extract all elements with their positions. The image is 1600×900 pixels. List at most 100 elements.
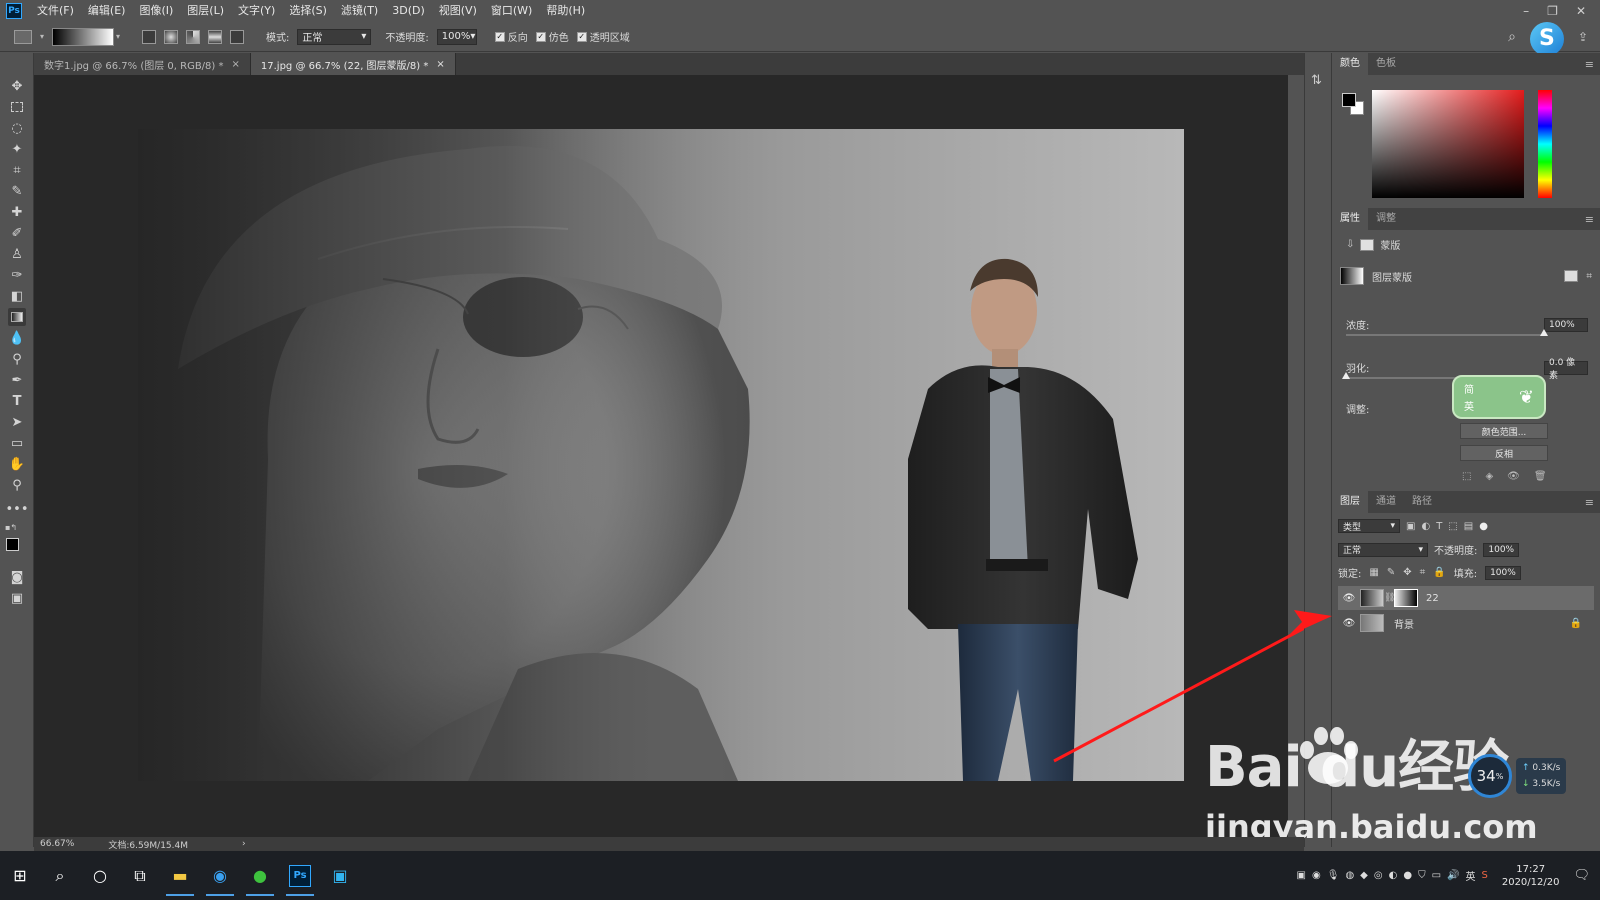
clone-stamp-tool-icon[interactable]: ♙ xyxy=(8,245,26,263)
tray-app-icon[interactable]: ◐ xyxy=(1389,870,1398,881)
lock-all-icon[interactable]: 🔒 xyxy=(1433,567,1445,578)
close-button[interactable]: ✕ xyxy=(1576,4,1586,18)
canvas-area[interactable] xyxy=(34,75,1304,837)
tab-properties[interactable]: 属性 xyxy=(1332,208,1368,230)
layer-name[interactable]: 22 xyxy=(1426,593,1439,604)
zoom-level[interactable]: 66.67% xyxy=(40,839,74,849)
task-view-icon[interactable]: ⧉ xyxy=(120,856,160,896)
invert-button[interactable]: 反相 xyxy=(1460,445,1548,461)
status-menu-arrow-icon[interactable]: › xyxy=(242,839,246,849)
menu-window[interactable]: 窗口(W) xyxy=(484,0,539,22)
search-icon[interactable]: ⌕ xyxy=(1508,29,1516,45)
menu-filter[interactable]: 滤镜(T) xyxy=(334,0,385,22)
eyedropper-tool-icon[interactable]: ✎ xyxy=(8,182,26,200)
blend-mode-select[interactable]: 正常 ▾ xyxy=(1338,542,1428,557)
tab-document-2[interactable]: 17.jpg @ 66.7% (22, 图层蒙版/8) * × xyxy=(250,53,456,75)
density-slider-track[interactable] xyxy=(1346,334,1542,336)
sogou-s-icon[interactable]: S xyxy=(1529,21,1564,56)
lock-artboard-icon[interactable]: ⌗ xyxy=(1420,567,1426,578)
linear-gradient-button[interactable] xyxy=(142,29,157,44)
density-slider-thumb[interactable] xyxy=(1540,329,1548,336)
path-selection-tool-icon[interactable]: ➤ xyxy=(8,413,26,431)
tab-paths[interactable]: 路径 xyxy=(1404,491,1440,513)
quick-mask-icon[interactable]: ◙ xyxy=(8,568,26,586)
file-explorer-icon[interactable]: ▬ xyxy=(160,856,200,896)
hue-slider[interactable] xyxy=(1538,90,1552,198)
panel-menu-icon[interactable]: ≡ xyxy=(1585,496,1600,509)
wechat-tray-icon[interactable]: ● xyxy=(1403,870,1412,881)
foreground-color-swatch[interactable] xyxy=(1342,93,1356,107)
brush-tool-icon[interactable]: ✐ xyxy=(8,224,26,242)
cortana-icon[interactable]: ○ xyxy=(80,856,120,896)
layer-opacity-input[interactable]: 100% xyxy=(1483,542,1520,557)
zoom-tool-icon[interactable]: ⚲ xyxy=(8,476,26,494)
crop-tool-icon[interactable]: ⌗ xyxy=(8,161,26,179)
history-panel-icon[interactable]: ⇅ xyxy=(1311,73,1322,88)
lock-transparent-icon[interactable]: ▦ xyxy=(1369,567,1378,578)
filter-pixel-icon[interactable]: ▣ xyxy=(1406,521,1415,532)
close-icon[interactable]: × xyxy=(232,59,240,70)
tray-app-icon[interactable]: ▣ xyxy=(1297,870,1306,881)
filter-shape-icon[interactable]: ⬚ xyxy=(1448,521,1457,532)
layer-row-background[interactable]: 👁 背景 🔒 xyxy=(1338,611,1594,635)
ime-indicator[interactable]: 英 xyxy=(1465,868,1475,883)
fill-input[interactable]: 100% xyxy=(1485,565,1522,580)
menu-edit[interactable]: 编辑(E) xyxy=(81,0,133,22)
chevron-down-icon[interactable]: ▾ xyxy=(116,32,120,41)
transparency-checkbox[interactable]: ✓ 透明区域 xyxy=(576,29,630,44)
menu-file[interactable]: 文件(F) xyxy=(30,0,81,22)
lock-position-icon[interactable]: ✥ xyxy=(1403,567,1411,578)
tab-document-1[interactable]: 数字1.jpg @ 66.7% (图层 0, RGB/8) * × xyxy=(34,53,251,75)
apply-mask-icon[interactable]: ◈ xyxy=(1485,471,1493,482)
color-picker-field[interactable] xyxy=(1372,90,1524,198)
marquee-tool-icon[interactable] xyxy=(8,98,26,116)
select-mask-icon[interactable] xyxy=(1564,270,1579,282)
wechat-icon[interactable]: ● xyxy=(240,856,280,896)
tab-adjustments[interactable]: 调整 xyxy=(1368,208,1404,230)
color-range-button[interactable]: 颜色范围... xyxy=(1460,423,1548,439)
filter-adjustment-icon[interactable]: ◐ xyxy=(1421,521,1430,532)
opacity-input[interactable]: 100% ▾ xyxy=(436,28,477,45)
windows-start-icon[interactable]: ⊞ xyxy=(0,856,40,896)
menu-type[interactable]: 文字(Y) xyxy=(231,0,282,22)
shield-icon[interactable]: ⛉ xyxy=(1418,870,1426,881)
restore-button[interactable]: ❐ xyxy=(1547,4,1558,18)
menu-3d[interactable]: 3D(D) xyxy=(385,0,432,22)
chevron-down-icon[interactable]: ▾ xyxy=(40,32,44,41)
panel-menu-icon[interactable]: ≡ xyxy=(1585,58,1600,71)
photoshop-taskbar-icon[interactable]: Ps xyxy=(280,856,320,896)
mode-select[interactable]: 正常 ▾ xyxy=(297,28,372,45)
tab-layers[interactable]: 图层 xyxy=(1332,491,1368,513)
notification-icon[interactable]: 🗨 xyxy=(1573,868,1590,883)
menu-layer[interactable]: 图层(L) xyxy=(180,0,231,22)
volume-icon[interactable]: 🔊 xyxy=(1447,870,1459,881)
reflected-gradient-button[interactable] xyxy=(208,29,223,44)
app-icon[interactable]: ▣ xyxy=(320,856,360,896)
browser-icon[interactable]: ◉ xyxy=(200,856,240,896)
sogou-tray-icon[interactable]: S xyxy=(1481,870,1487,881)
blur-tool-icon[interactable]: 💧 xyxy=(8,329,26,347)
minimize-button[interactable]: – xyxy=(1523,4,1529,18)
diamond-gradient-button[interactable] xyxy=(230,29,245,44)
search-icon[interactable]: ⌕ xyxy=(40,856,80,896)
apply-vector-mask-icon[interactable]: ⌗ xyxy=(1586,271,1592,282)
menu-help[interactable]: 帮助(H) xyxy=(539,0,592,22)
menu-select[interactable]: 选择(S) xyxy=(282,0,334,22)
foreground-color-swatch[interactable] xyxy=(6,538,19,551)
rectangle-tool-icon[interactable]: ▭ xyxy=(8,434,26,452)
ime-badge[interactable]: 简 英 ❦ xyxy=(1452,375,1546,419)
panel-menu-icon[interactable]: ≡ xyxy=(1585,213,1600,226)
tray-app-icon[interactable]: ◉ xyxy=(1312,870,1321,881)
share-icon[interactable]: ⇪ xyxy=(1578,30,1588,44)
menu-view[interactable]: 视图(V) xyxy=(432,0,484,22)
feather-input[interactable]: 0.0 像素 xyxy=(1544,358,1588,381)
default-colors-icon[interactable]: ▪↰ xyxy=(5,523,17,532)
density-input[interactable]: 100% xyxy=(1544,317,1588,332)
load-selection-icon[interactable]: ⬚ xyxy=(1462,471,1471,482)
lasso-tool-icon[interactable]: ◌ xyxy=(8,119,26,137)
visibility-eye-icon[interactable]: 👁 xyxy=(1507,471,1520,482)
microphone-icon[interactable]: 🎙 xyxy=(1327,870,1340,881)
close-icon[interactable]: × xyxy=(436,59,444,70)
tab-color[interactable]: 颜色 xyxy=(1332,53,1368,75)
gradient-tool-icon[interactable] xyxy=(8,308,26,326)
